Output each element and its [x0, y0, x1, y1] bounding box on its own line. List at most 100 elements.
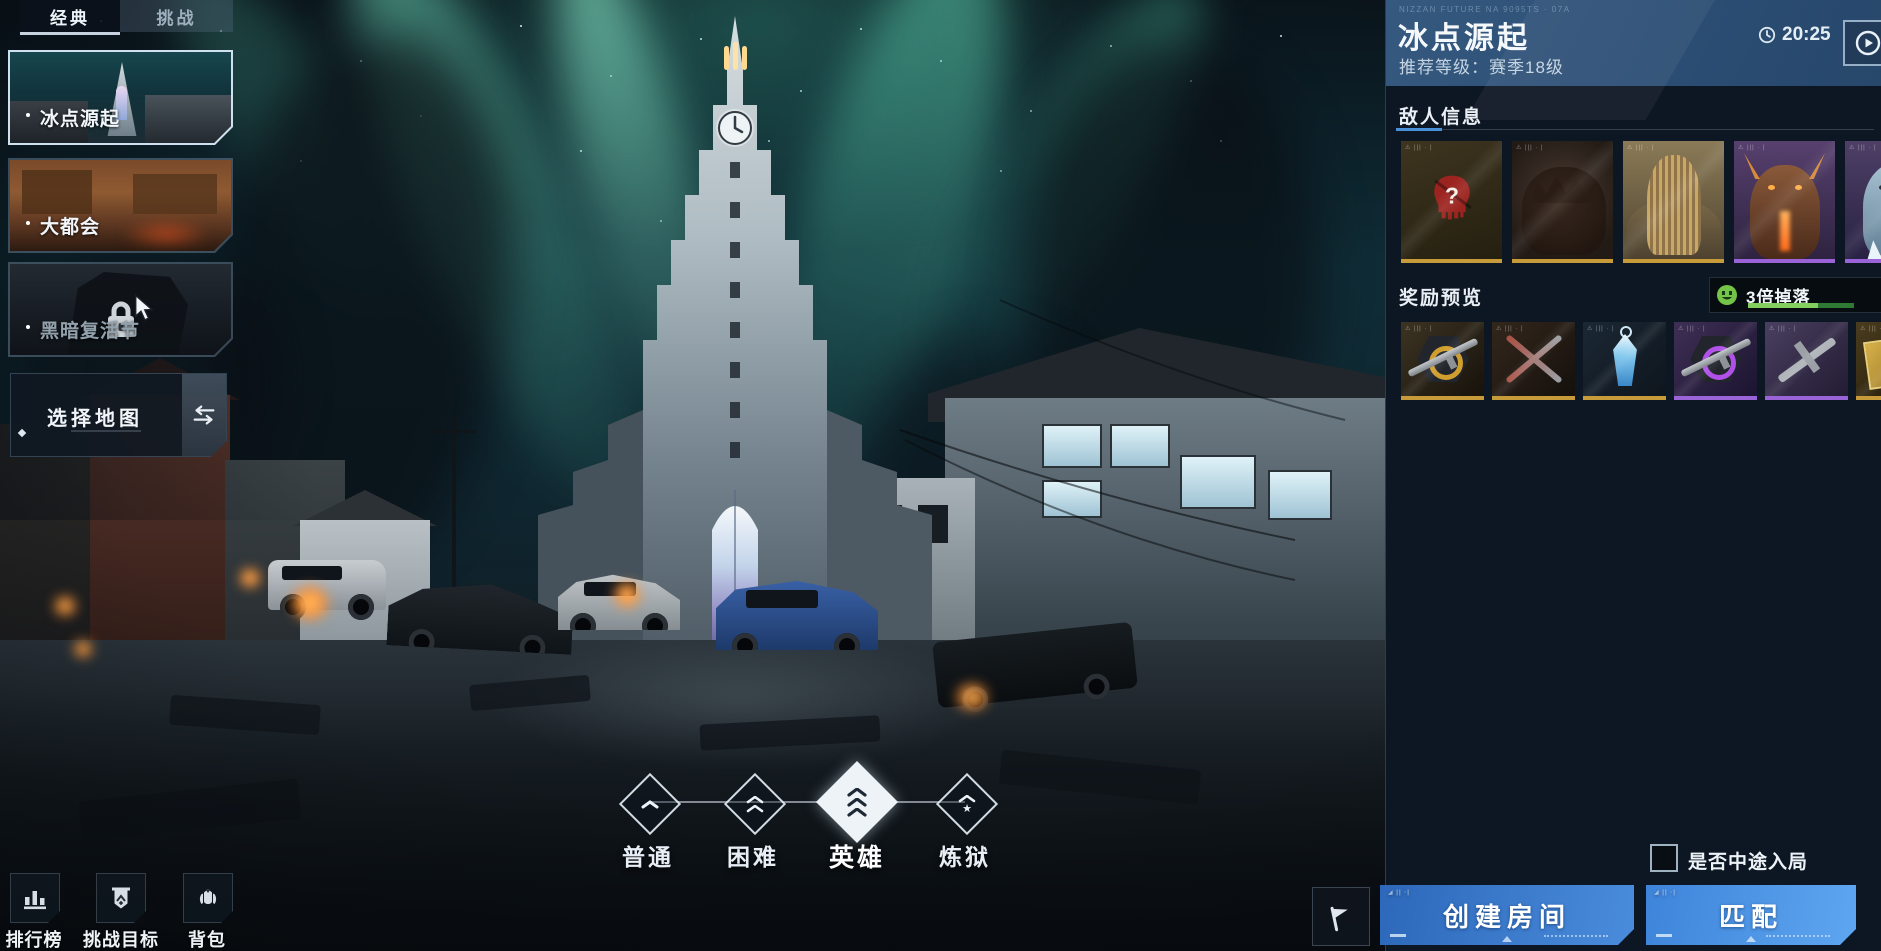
card-corner-mark: ⚠ ||| · |	[1769, 325, 1797, 332]
play-icon	[1853, 28, 1881, 58]
enemy-card-frost-giant[interactable]: ⚠ ||| · |	[1845, 141, 1881, 263]
difficulty-node-hero[interactable]	[816, 761, 898, 843]
map-thumbnail: 冰点源起	[10, 52, 231, 143]
play-preview-button[interactable]	[1843, 20, 1881, 66]
challenge-goal-button[interactable]	[96, 873, 146, 923]
button-corner-mark: ◢ || ·|	[1388, 889, 1410, 896]
reward-card-purple-weapon-case[interactable]: ⚠ ||| · |	[1674, 322, 1757, 400]
difficulty-label-normal[interactable]: 普通	[622, 838, 674, 872]
reward-card-ice-crystal[interactable]: ⚠ ||| · |	[1583, 322, 1666, 400]
difficulty-label-hero[interactable]: 英雄	[829, 838, 885, 874]
map-card-label: 大都会	[40, 212, 100, 239]
card-corner-mark: ⚠ ||| · |	[1516, 144, 1544, 151]
map-title: 冰点源起	[1398, 13, 1530, 57]
reward-card-gold-item[interactable]: ⚠ ||| · |	[1856, 322, 1881, 400]
ice-crystal-icon	[1608, 334, 1642, 386]
banshee-shoulders	[1627, 199, 1721, 259]
reward-card-crossed-blades[interactable]: ⚠ ||| · |	[1492, 322, 1575, 400]
card-corner-mark: ⚠ ||| · |	[1738, 144, 1766, 151]
target-banner-icon	[108, 885, 134, 911]
leaderboard-icon	[22, 885, 48, 911]
select-map-panel[interactable]: 选择地图	[10, 373, 227, 457]
button-deco	[1390, 934, 1406, 937]
drop-progress-bar	[1748, 303, 1854, 308]
enemy-section-title: 敌人信息	[1399, 102, 1483, 129]
svg-text:?: ?	[1445, 183, 1459, 209]
triple-drop-badge: 3倍掉落	[1709, 277, 1881, 313]
enemy-card-lava-demon[interactable]: ⚠ ||| · |	[1734, 141, 1835, 263]
clock-icon	[1758, 26, 1776, 44]
weapon-case-emblem	[1415, 334, 1471, 384]
map-card-label: 冰点源起	[40, 104, 120, 131]
button-corner-mark: ◢ || ·|	[1654, 889, 1676, 896]
blade-icon	[1505, 334, 1562, 384]
card-corner-mark: ⚠ ||| · |	[1678, 325, 1706, 332]
enemy-list: ⚠ ||| · | ? ⚠ ||| · | ⚠ ||| · |	[1401, 141, 1881, 263]
tab-challenge-label: 挑战	[157, 4, 197, 29]
reward-card-gold-weapon-case[interactable]: ⚠ ||| · |	[1401, 322, 1484, 400]
map-thumbnail: 大都会	[10, 160, 231, 251]
weapon-icon	[1777, 337, 1837, 383]
difficulty-label-purgatory[interactable]: 炼狱	[939, 838, 991, 872]
weapon-case-emblem	[1688, 334, 1744, 384]
section-accent	[1396, 128, 1442, 131]
enemy-card-banshee[interactable]: ⚠ ||| · |	[1623, 141, 1724, 263]
diamond-bullet	[18, 429, 26, 437]
weapon-icon	[1794, 341, 1820, 373]
card-corner-mark: ⚠ ||| · |	[1627, 144, 1655, 151]
reward-card-silver-weapon[interactable]: ⚠ ||| · |	[1765, 322, 1848, 400]
button-deco	[1746, 936, 1756, 942]
recommended-level: 推荐等级：赛季18级	[1399, 53, 1564, 78]
star-icon: ★	[962, 804, 972, 814]
button-deco	[1544, 935, 1608, 937]
button-deco	[1656, 934, 1672, 937]
challenge-goal-label: 挑战目标	[83, 926, 159, 951]
map-card-label: 黑暗复活节	[40, 316, 140, 343]
deco-line	[71, 430, 141, 432]
section-divider	[1396, 129, 1874, 130]
create-room-label: 创建房间	[1443, 897, 1571, 934]
backpack-label: 背包	[188, 926, 226, 951]
mid-join-checkbox[interactable]	[1650, 844, 1678, 872]
tab-classic[interactable]: 经典	[20, 0, 120, 32]
frost-giant-portrait	[1863, 163, 1881, 259]
match-label: 匹配	[1719, 897, 1783, 934]
create-room-button[interactable]: ◢ || ·| 创建房间	[1380, 885, 1634, 945]
match-button[interactable]: ◢ || ·| 匹配	[1646, 885, 1856, 945]
panel-header: NIZZAN FUTURE NA 9095TS · 07A 冰点源起 推荐等级：…	[1386, 0, 1881, 86]
map-thumbnail: 黑暗复活节	[10, 264, 231, 355]
map-card-frostpoint[interactable]: 冰点源起	[8, 50, 233, 145]
select-map-label: 选择地图	[47, 402, 143, 431]
leaderboard-label: 排行榜	[6, 926, 63, 951]
difficulty-label-hard[interactable]: 困难	[727, 838, 779, 872]
tab-classic-label: 经典	[50, 4, 90, 29]
card-corner-mark: ⚠ ||| · |	[1496, 325, 1524, 332]
rifle-icon	[1680, 338, 1751, 378]
map-card-dark-easter[interactable]: 黑暗复活节	[8, 262, 233, 357]
smiley-icon	[1716, 284, 1738, 306]
enemy-card-mystery[interactable]: ⚠ ||| · | ?	[1401, 141, 1502, 263]
map-card-metropolis[interactable]: 大都会	[8, 158, 233, 253]
leaderboard-button[interactable]	[10, 873, 60, 923]
tab-active-underline	[20, 32, 120, 35]
timer-value: 20:25	[1782, 24, 1831, 46]
report-flag-button[interactable]	[1312, 887, 1370, 946]
enemy-card-dragon[interactable]: ⚠ ||| · |	[1512, 141, 1613, 263]
round-timer: 20:25	[1758, 24, 1831, 46]
pendant-ring	[1620, 326, 1632, 338]
tab-challenge[interactable]: 挑战	[120, 0, 233, 32]
reward-section-title: 奖励预览	[1399, 283, 1483, 310]
swap-map-button[interactable]	[182, 374, 226, 456]
reward-list: ⚠ ||| · | ⚠ ||| · | ⚠ ||| · | ⚠ ||| · |	[1401, 322, 1881, 400]
lava-demon-portrait	[1750, 165, 1820, 259]
card-corner-mark: ⚠ ||| · |	[1849, 144, 1877, 151]
mid-join-label: 是否中途入局	[1688, 847, 1808, 874]
banshee-portrait	[1647, 155, 1701, 255]
difficulty-track	[648, 801, 965, 803]
blade-icon	[1505, 334, 1562, 384]
swap-icon	[190, 404, 218, 426]
mystery-skull-icon: ?	[1429, 173, 1475, 228]
card-corner-mark: ⚠ ||| · |	[1405, 144, 1433, 151]
backpack-button[interactable]	[183, 873, 233, 923]
dragon-portrait	[1522, 167, 1606, 255]
